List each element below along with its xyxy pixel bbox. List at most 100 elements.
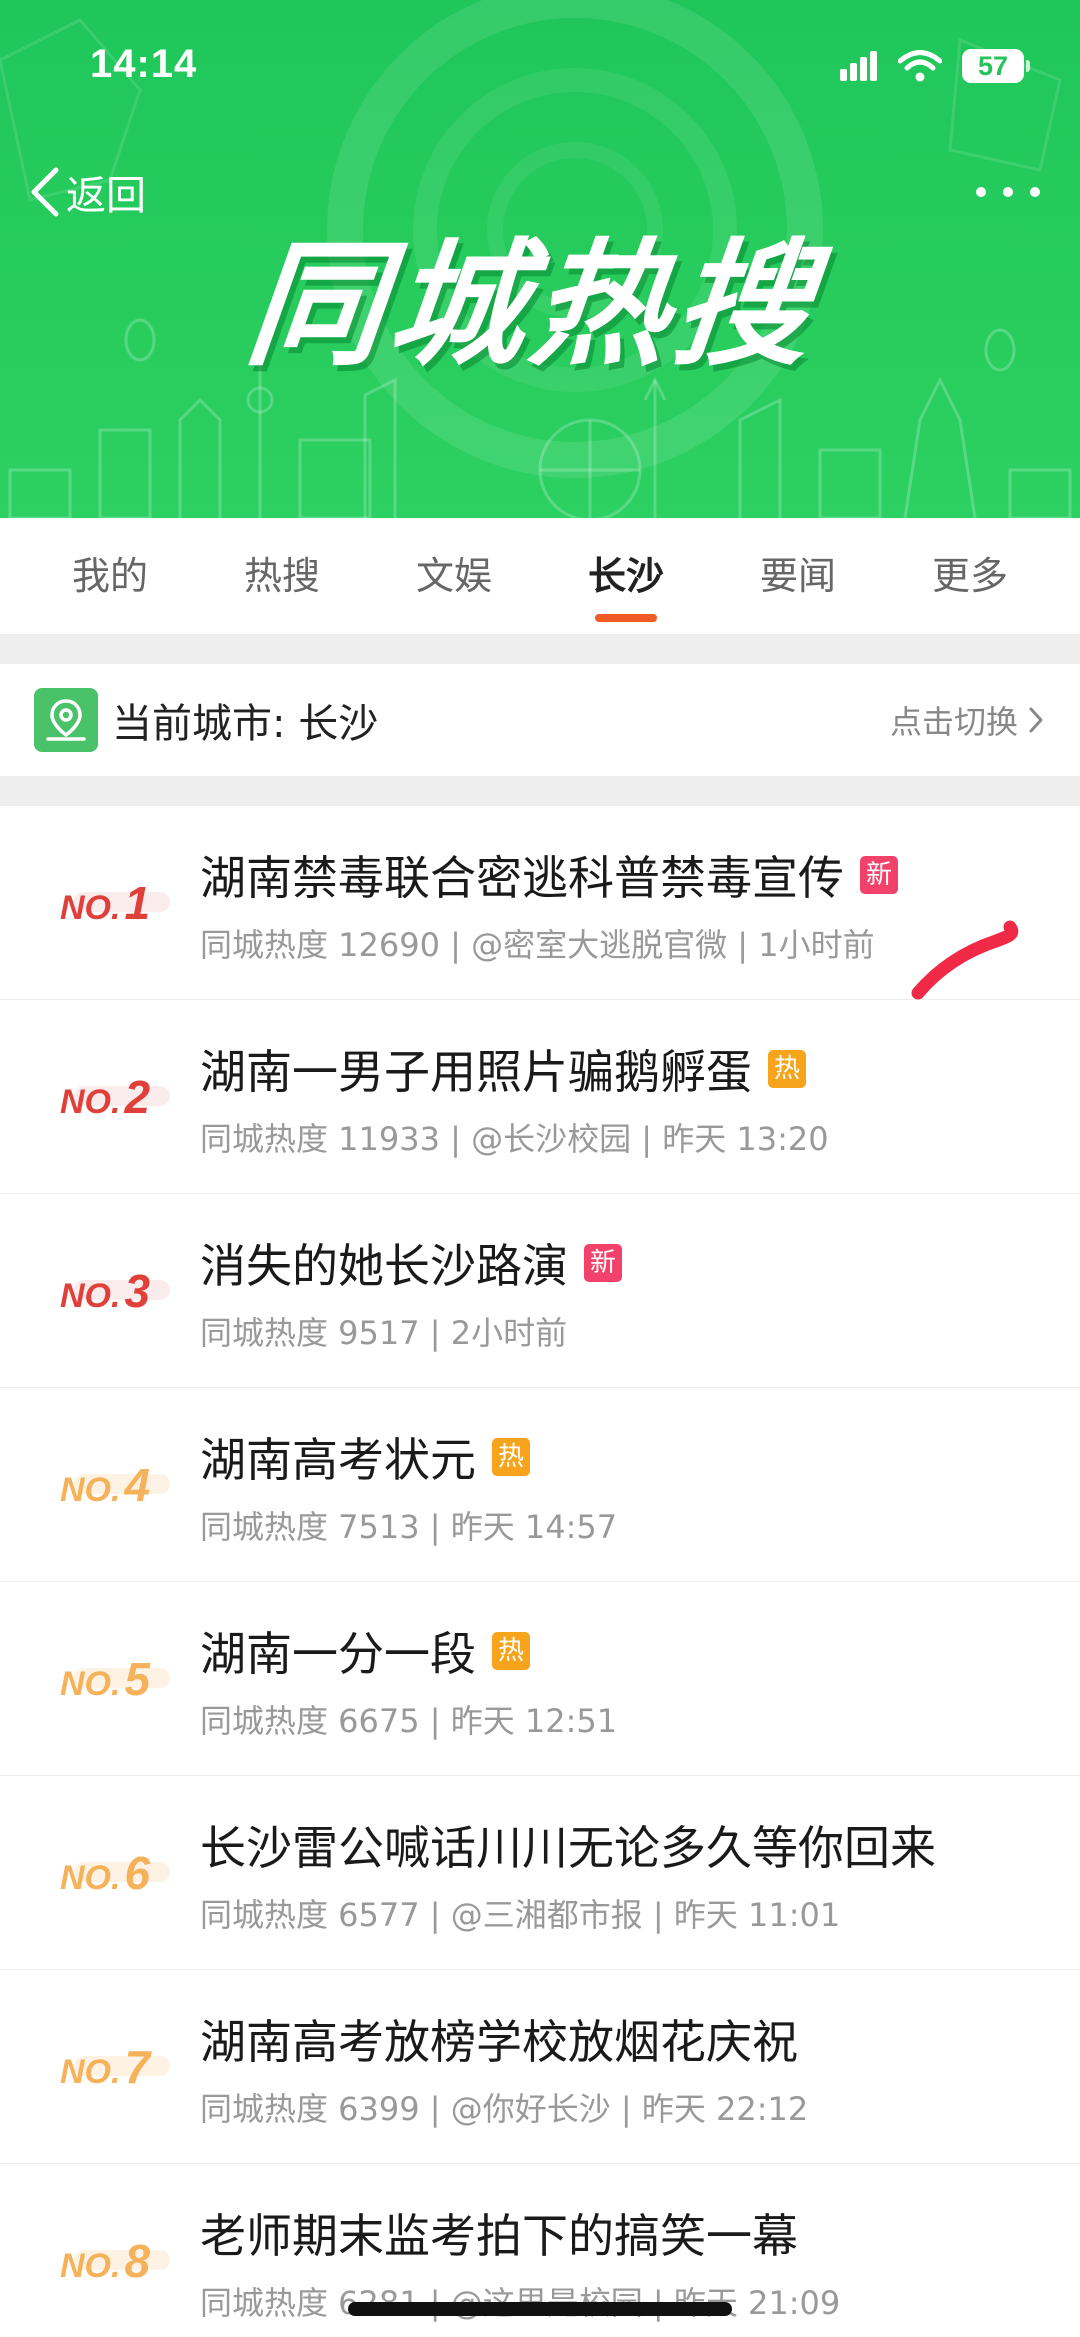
- switch-city-button[interactable]: 点击切换: [890, 664, 1044, 776]
- item-title-row: 湖南禁毒联合密逃科普禁毒宣传新: [200, 842, 1040, 908]
- hot-badge: 热: [492, 1632, 530, 1670]
- item-meta: 同城热度 6281 | @这里是校园 | 昨天 21:09: [200, 2284, 841, 2322]
- wifi-icon: [898, 50, 942, 82]
- location-pin-icon: [34, 688, 98, 752]
- item-meta: 同城热度 9517 | 2小时前: [200, 1314, 568, 1352]
- rank-badge: NO.2: [60, 1070, 171, 1124]
- item-title-row: 消失的她长沙路演新: [200, 1230, 1040, 1296]
- list-item[interactable]: NO.3 消失的她长沙路演新同城热度 9517 | 2小时前: [0, 1194, 1080, 1388]
- rank-number: 5: [124, 1652, 151, 1705]
- status-time: 14:14: [90, 42, 198, 86]
- new-badge: 新: [584, 1244, 622, 1282]
- rank-badge: NO.8: [60, 2234, 171, 2288]
- item-meta: 同城热度 6577 | @三湘都市报 | 昨天 11:01: [200, 1896, 841, 1934]
- rank-badge: NO.6: [60, 1846, 171, 1900]
- more-dot-icon: [976, 187, 986, 197]
- item-title: 湖南高考状元: [200, 1433, 476, 1487]
- tab-1[interactable]: 热搜: [232, 518, 332, 634]
- rank-label: NO.4: [60, 1388, 171, 1581]
- hot-badge: 热: [492, 1438, 530, 1476]
- tab-5[interactable]: 更多: [920, 518, 1020, 634]
- tab-3[interactable]: 长沙: [576, 518, 676, 634]
- rank-label: NO.5: [60, 1582, 171, 1775]
- tab-2[interactable]: 文娱: [404, 518, 504, 634]
- rank-label: NO.7: [60, 1970, 171, 2163]
- item-title-row: 湖南高考放榜学校放烟花庆祝: [200, 2006, 1040, 2072]
- item-title-row: 长沙雷公喊话川川无论多久等你回来: [200, 1812, 1040, 1878]
- rank-number: 3: [124, 1264, 151, 1317]
- battery-indicator: 57: [962, 49, 1030, 83]
- rank-label: NO.1: [60, 806, 171, 999]
- item-title-row: 湖南一分一段热: [200, 1618, 1040, 1684]
- item-title: 消失的她长沙路演: [200, 1239, 568, 1293]
- rank-number: 2: [124, 1070, 151, 1123]
- item-meta: 同城热度 12690 | @密室大逃脱官微 | 1小时前: [200, 926, 875, 964]
- chevron-left-icon: [31, 167, 59, 217]
- current-city-label: 当前城市: 长沙: [112, 701, 379, 747]
- item-title: 老师期末监考拍下的搞笑一幕: [200, 2209, 798, 2263]
- more-options-button[interactable]: [976, 170, 1040, 214]
- list-item[interactable]: NO.7 湖南高考放榜学校放烟花庆祝同城热度 6399 | @你好长沙 | 昨天 …: [0, 1970, 1080, 2164]
- chevron-right-icon: [1029, 707, 1043, 733]
- home-indicator: [348, 2302, 732, 2316]
- rank-number: 8: [124, 2234, 151, 2287]
- category-tabs: 我的 热搜 文娱 长沙 要闻 更多: [0, 518, 1080, 634]
- section-divider: [0, 776, 1080, 806]
- item-title: 湖南一男子用照片骗鹅孵蛋: [200, 1045, 752, 1099]
- rank-label: NO.3: [60, 1194, 171, 1387]
- item-title: 湖南高考放榜学校放烟花庆祝: [200, 2015, 798, 2069]
- hot-search-list: NO.1 湖南禁毒联合密逃科普禁毒宣传新同城热度 12690 | @密室大逃脱官微…: [0, 806, 1080, 2337]
- rank-number: 1: [124, 876, 151, 929]
- item-meta: 同城热度 6399 | @你好长沙 | 昨天 22:12: [200, 2090, 809, 2128]
- page: 14:14 57 返回 同城热搜 我的 热搜 文娱 长沙 要闻 更多 当前城市:…: [0, 0, 1080, 2337]
- list-item[interactable]: NO.5 湖南一分一段热同城热度 6675 | 昨天 12:51: [0, 1582, 1080, 1776]
- item-title: 长沙雷公喊话川川无论多久等你回来: [200, 1821, 936, 1875]
- list-item[interactable]: NO.6 长沙雷公喊话川川无论多久等你回来同城热度 6577 | @三湘都市报 |…: [0, 1776, 1080, 1970]
- list-item[interactable]: NO.4 湖南高考状元热同城热度 7513 | 昨天 14:57: [0, 1388, 1080, 1582]
- rank-badge: NO.5: [60, 1652, 171, 1706]
- rank-prefix: NO.: [60, 2246, 121, 2285]
- header-banner: 14:14 57 返回 同城热搜: [0, 0, 1080, 518]
- new-badge: 新: [860, 856, 898, 894]
- rank-prefix: NO.: [60, 1276, 121, 1315]
- item-title-row: 湖南高考状元热: [200, 1424, 1040, 1490]
- rank-prefix: NO.: [60, 1858, 121, 1897]
- rank-number: 4: [124, 1458, 151, 1511]
- item-title: 湖南一分一段: [200, 1627, 476, 1681]
- more-dot-icon: [1030, 187, 1040, 197]
- item-title: 湖南禁毒联合密逃科普禁毒宣传: [200, 851, 844, 905]
- rank-badge: NO.1: [60, 876, 171, 930]
- status-icons: 57: [840, 46, 1030, 86]
- item-meta: 同城热度 6675 | 昨天 12:51: [200, 1702, 618, 1740]
- current-city-row: 当前城市: 长沙 点击切换: [0, 664, 1080, 776]
- rank-prefix: NO.: [60, 1470, 121, 1509]
- list-item[interactable]: NO.2 湖南一男子用照片骗鹅孵蛋热同城热度 11933 | @长沙校园 | 昨天…: [0, 1000, 1080, 1194]
- switch-city-label: 点击切换: [889, 703, 1018, 741]
- rank-prefix: NO.: [60, 1664, 121, 1703]
- more-dot-icon: [1003, 187, 1013, 197]
- item-title-row: 湖南一男子用照片骗鹅孵蛋热: [200, 1036, 1040, 1102]
- signal-icon: [840, 51, 877, 81]
- hot-badge: 热: [768, 1050, 806, 1088]
- rank-badge: NO.3: [60, 1264, 171, 1318]
- item-title-row: 老师期末监考拍下的搞笑一幕: [200, 2200, 1040, 2266]
- tab-4[interactable]: 要闻: [748, 518, 848, 634]
- banner-title: 同城热搜: [239, 227, 825, 385]
- section-divider: [0, 634, 1080, 664]
- rank-number: 7: [124, 2040, 151, 2093]
- rank-label: NO.6: [60, 1776, 171, 1969]
- rank-badge: NO.4: [60, 1458, 171, 1512]
- rank-label: NO.8: [60, 2164, 171, 2337]
- list-item[interactable]: NO.1 湖南禁毒联合密逃科普禁毒宣传新同城热度 12690 | @密室大逃脱官微…: [0, 806, 1080, 1000]
- item-meta: 同城热度 11933 | @长沙校园 | 昨天 13:20: [200, 1120, 829, 1158]
- tab-0[interactable]: 我的: [60, 518, 160, 634]
- rank-prefix: NO.: [60, 888, 121, 927]
- rank-number: 6: [124, 1846, 151, 1899]
- item-meta: 同城热度 7513 | 昨天 14:57: [200, 1508, 618, 1546]
- rank-badge: NO.7: [60, 2040, 171, 2094]
- rank-prefix: NO.: [60, 2052, 121, 2091]
- rank-prefix: NO.: [60, 1082, 121, 1121]
- back-label: 返回: [66, 173, 146, 219]
- back-button[interactable]: 返回: [28, 162, 146, 222]
- rank-label: NO.2: [60, 1000, 171, 1193]
